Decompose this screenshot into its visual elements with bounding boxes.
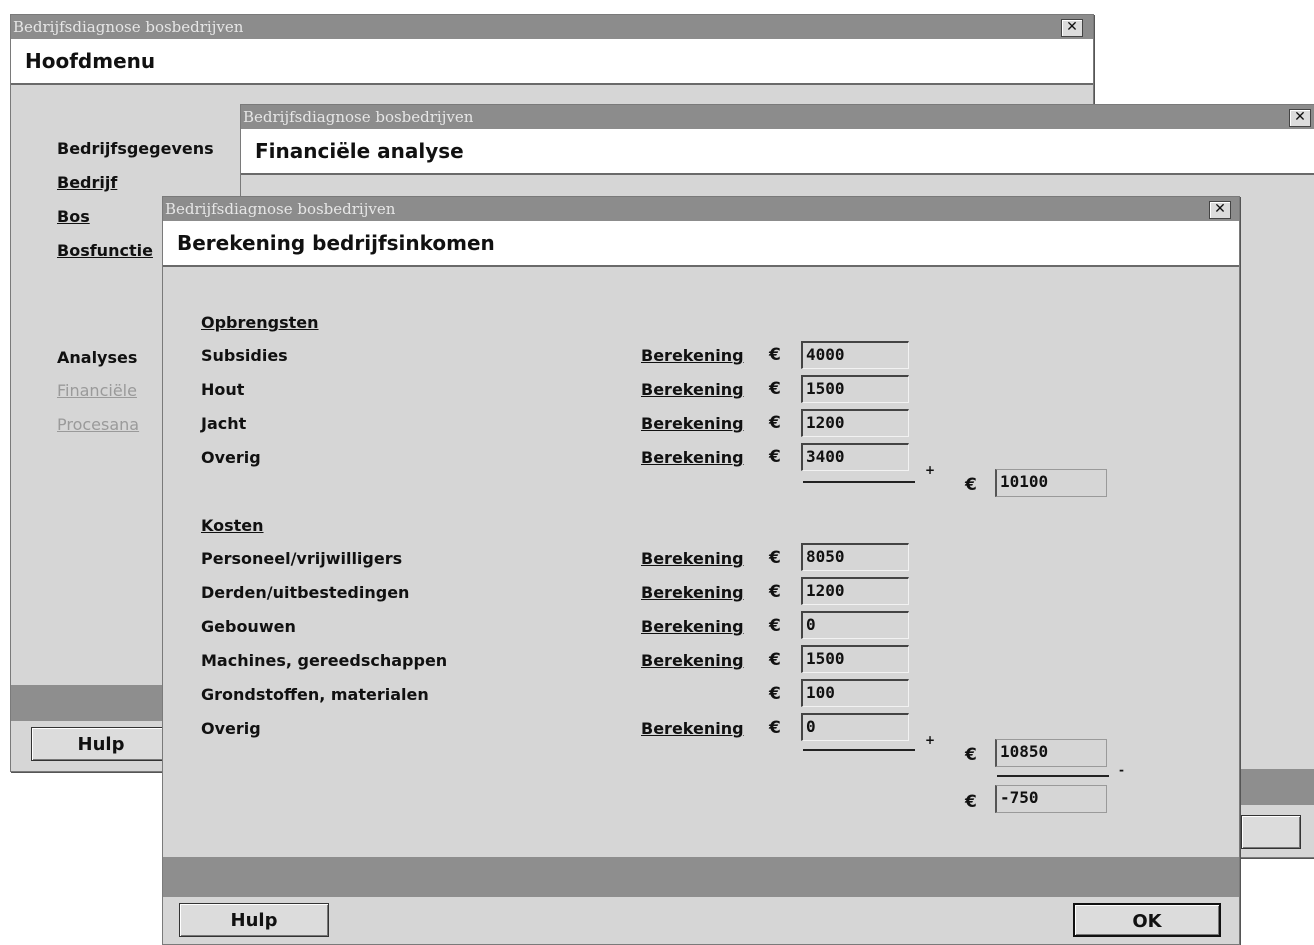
costs-calc-link-machines[interactable]: Berekening bbox=[641, 651, 744, 670]
costs-calc-link-personeel[interactable]: Berekening bbox=[641, 549, 744, 568]
euro-sign: € bbox=[769, 718, 781, 738]
revenue-plus-sign: + bbox=[925, 463, 936, 477]
euro-sign: € bbox=[965, 792, 977, 812]
costs-field-grondstoffen[interactable]: 100 bbox=[801, 679, 909, 707]
costs-field-overig[interactable]: 0 bbox=[801, 713, 909, 741]
revenue-calc-link-overig[interactable]: Berekening bbox=[641, 448, 744, 467]
euro-sign: € bbox=[769, 447, 781, 467]
link-procesanalyse[interactable]: Procesana bbox=[57, 415, 139, 434]
income-ok-button[interactable]: OK bbox=[1073, 903, 1221, 937]
revenue-heading: Opbrengsten bbox=[201, 313, 319, 332]
euro-sign: € bbox=[965, 745, 977, 765]
income-close-icon[interactable]: ✕ bbox=[1209, 201, 1231, 219]
link-bedrijf[interactable]: Bedrijf bbox=[57, 173, 117, 192]
result-field: -750 bbox=[995, 785, 1107, 813]
euro-sign: € bbox=[769, 345, 781, 365]
income-calculation-window: Bedrijfsdiagnose bosbedrijven ✕ Berekeni… bbox=[162, 196, 1240, 945]
revenue-calc-link-hout[interactable]: Berekening bbox=[641, 380, 744, 399]
main-menu-close-icon[interactable]: ✕ bbox=[1061, 19, 1083, 37]
costs-calc-link-derden[interactable]: Berekening bbox=[641, 583, 744, 602]
income-titlebar: Bedrijfsdiagnose bosbedrijven bbox=[163, 197, 1239, 221]
income-statusbar bbox=[163, 857, 1239, 897]
euro-sign: € bbox=[769, 616, 781, 636]
revenue-field-hout[interactable]: 1500 bbox=[801, 375, 909, 403]
costs-label-derden: Derden/uitbestedingen bbox=[201, 583, 410, 602]
costs-heading: Kosten bbox=[201, 516, 264, 535]
income-help-button[interactable]: Hulp bbox=[179, 903, 329, 937]
costs-label-personeel: Personeel/vrijwilligers bbox=[201, 549, 403, 568]
costs-calc-link-gebouwen[interactable]: Berekening bbox=[641, 617, 744, 636]
revenue-label-jacht: Jacht bbox=[201, 414, 247, 433]
euro-sign: € bbox=[769, 684, 781, 704]
costs-sum-line bbox=[803, 749, 915, 751]
costs-field-gebouwen[interactable]: 0 bbox=[801, 611, 909, 639]
revenue-calc-link-subsidies[interactable]: Berekening bbox=[641, 346, 744, 365]
euro-sign: € bbox=[769, 582, 781, 602]
costs-plus-sign: + bbox=[925, 733, 936, 747]
financial-titlebar: Bedrijfsdiagnose bosbedrijven bbox=[241, 105, 1314, 129]
euro-sign: € bbox=[769, 650, 781, 670]
costs-label-overig: Overig bbox=[201, 719, 261, 738]
financial-close-icon[interactable]: ✕ bbox=[1289, 109, 1311, 127]
costs-calc-link-overig[interactable]: Berekening bbox=[641, 719, 744, 738]
costs-total-field: 10850 bbox=[995, 739, 1107, 767]
costs-label-machines: Machines, gereedschappen bbox=[201, 651, 448, 670]
costs-minus-sign: - bbox=[1119, 763, 1124, 777]
main-help-button[interactable]: Hulp bbox=[31, 727, 171, 761]
costs-label-grondstoffen: Grondstoffen, materialen bbox=[201, 685, 429, 704]
revenue-label-subsidies: Subsidies bbox=[201, 346, 288, 365]
euro-sign: € bbox=[769, 413, 781, 433]
financial-header: Financiële analyse bbox=[241, 129, 1314, 175]
result-sum-line bbox=[997, 775, 1109, 777]
revenue-total-field: 10100 bbox=[995, 469, 1107, 497]
revenue-label-overig: Overig bbox=[201, 448, 261, 467]
section-analyses: Analyses bbox=[57, 348, 138, 367]
section-bedrijfsgegevens: Bedrijfsgegevens bbox=[57, 139, 214, 158]
main-menu-titlebar: Bedrijfsdiagnose bosbedrijven bbox=[11, 15, 1093, 39]
euro-sign: € bbox=[769, 379, 781, 399]
costs-label-gebouwen: Gebouwen bbox=[201, 617, 296, 636]
revenue-field-jacht[interactable]: 1200 bbox=[801, 409, 909, 437]
revenue-field-overig[interactable]: 3400 bbox=[801, 443, 909, 471]
revenue-field-subsidies[interactable]: 4000 bbox=[801, 341, 909, 369]
income-header: Berekening bedrijfsinkomen bbox=[163, 221, 1239, 267]
costs-field-derden[interactable]: 1200 bbox=[801, 577, 909, 605]
costs-field-machines[interactable]: 1500 bbox=[801, 645, 909, 673]
financial-ok-button[interactable] bbox=[1241, 815, 1301, 849]
revenue-label-hout: Hout bbox=[201, 380, 245, 399]
link-bosfunctie[interactable]: Bosfunctie bbox=[57, 241, 153, 260]
main-menu-header: Hoofdmenu bbox=[11, 39, 1093, 85]
euro-sign: € bbox=[965, 475, 977, 495]
revenue-calc-link-jacht[interactable]: Berekening bbox=[641, 414, 744, 433]
link-financiele-analyse[interactable]: Financiële bbox=[57, 381, 137, 400]
revenue-sum-line bbox=[803, 481, 915, 483]
costs-field-personeel[interactable]: 8050 bbox=[801, 543, 909, 571]
link-bos[interactable]: Bos bbox=[57, 207, 90, 226]
euro-sign: € bbox=[769, 548, 781, 568]
